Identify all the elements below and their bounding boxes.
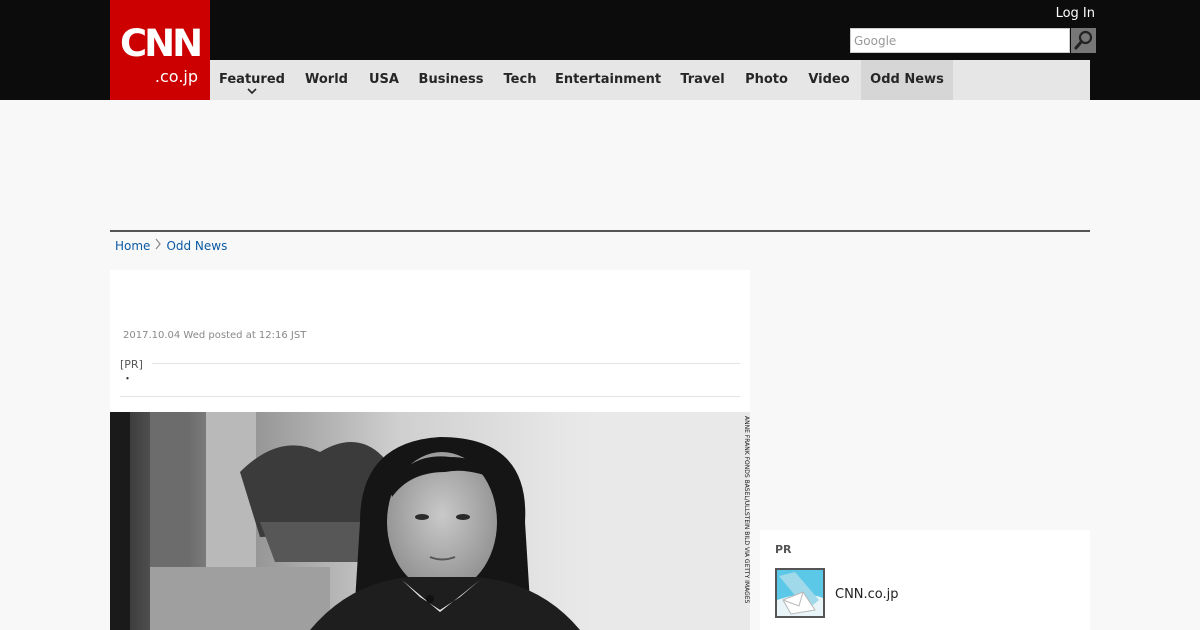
nav-item-world[interactable]: World bbox=[294, 60, 359, 100]
pr-divider-bottom bbox=[120, 396, 740, 397]
nav-item-usa[interactable]: USA bbox=[359, 60, 409, 100]
logo-domain: .co.jp bbox=[154, 67, 198, 86]
search-button[interactable] bbox=[1071, 28, 1096, 53]
pr-item-label[interactable]: CNN.co.jp bbox=[835, 587, 899, 603]
mail-icon bbox=[777, 570, 823, 616]
top-bar: CNN .co.jp Log In Featured World USA Bus… bbox=[0, 0, 1200, 100]
ad-space bbox=[110, 100, 1090, 230]
login-link[interactable]: Log In bbox=[1056, 6, 1095, 22]
nav-item-video[interactable]: Video bbox=[797, 60, 861, 100]
breadcrumb-odd-news[interactable]: Odd News bbox=[166, 239, 227, 253]
photo-credit-text: ANNE FRANK FONDS BASEL/ULLSTEIN BILD VIA… bbox=[743, 416, 750, 604]
nav-item-travel[interactable]: Travel bbox=[669, 60, 736, 100]
breadcrumb-home[interactable]: Home bbox=[115, 239, 150, 253]
nav-item-odd-news[interactable]: Odd News bbox=[861, 60, 953, 100]
photo-image bbox=[110, 412, 750, 630]
chevron-down-icon bbox=[247, 88, 257, 95]
section-divider bbox=[110, 230, 1090, 232]
nav-label: Featured bbox=[219, 72, 285, 87]
logo-wordmark: CNN bbox=[119, 22, 203, 65]
chevron-right-icon bbox=[150, 238, 166, 254]
nav-item-photo[interactable]: Photo bbox=[736, 60, 797, 100]
nav-item-business[interactable]: Business bbox=[409, 60, 493, 100]
main-nav: Featured World USA Business Tech Enterta… bbox=[210, 60, 1090, 100]
search-icon bbox=[1074, 30, 1093, 50]
article-header-card: 2017.10.04 Wed posted at 12:16 JST [PR] … bbox=[110, 270, 750, 412]
search-input[interactable] bbox=[850, 28, 1070, 53]
nav-item-entertainment[interactable]: Entertainment bbox=[547, 60, 669, 100]
nav-item-featured[interactable]: Featured bbox=[210, 60, 294, 100]
article-photo bbox=[110, 412, 750, 630]
pr-link[interactable]: ・ bbox=[122, 372, 133, 386]
nav-item-tech[interactable]: Tech bbox=[493, 60, 547, 100]
pr-thumbnail[interactable] bbox=[775, 568, 825, 618]
sidebar-pr-title: PR bbox=[775, 543, 792, 556]
article-dateline: 2017.10.04 Wed posted at 12:16 JST bbox=[123, 330, 307, 341]
cnn-logo[interactable]: CNN .co.jp bbox=[110, 0, 210, 100]
pr-tag: [PR] bbox=[120, 358, 143, 371]
sidebar-pr-card: PR CNN.co.jp bbox=[760, 530, 1090, 630]
breadcrumb: Home Odd News bbox=[115, 238, 227, 254]
photo-credit: ANNE FRANK FONDS BASEL/ULLSTEIN BILD VIA… bbox=[742, 416, 750, 603]
pr-divider bbox=[152, 363, 740, 364]
